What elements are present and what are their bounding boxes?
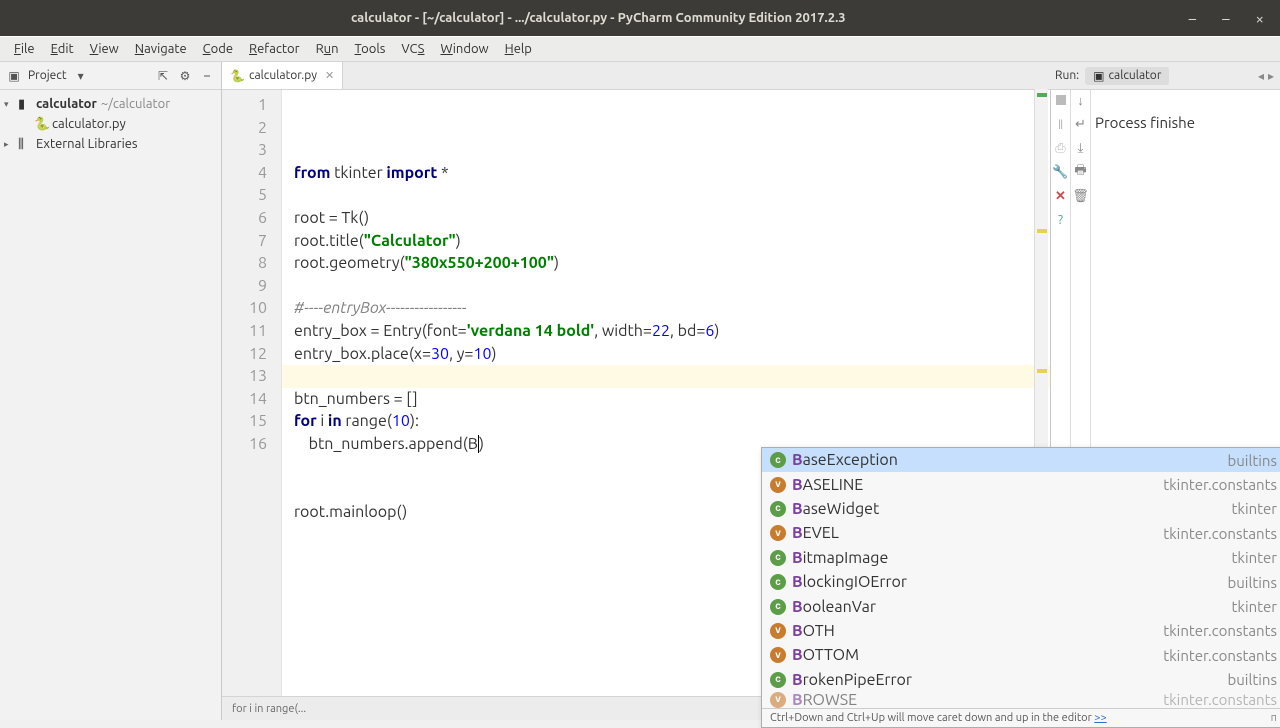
run-prev-icon[interactable]: ◂ [1258,69,1264,83]
tab-label: calculator.py [249,69,317,82]
window-maximize-icon[interactable]: – [1222,10,1229,27]
menu-edit[interactable]: Edit [43,40,82,58]
autocomplete-item[interactable]: cBaseWidgettkinter [762,497,1280,521]
menu-help[interactable]: Help [497,40,540,58]
close-run-icon[interactable]: ✕ [1053,188,1069,204]
softwrap-icon[interactable]: ↵ [1073,116,1089,132]
menu-file[interactable]: File [6,40,43,58]
autocomplete-item[interactable]: vBEVELtkinter.constants [762,521,1280,545]
tree-external-libs[interactable]: ▸ ⫼ External Libraries [0,134,221,154]
autocomplete-popup[interactable]: cBaseExceptionbuiltinsvBASELINEtkinter.c… [761,447,1280,728]
inspection-ok-icon [1037,93,1047,97]
project-toolwindow-header: ▣ Project ▾ ⇱ ⚙ ⎯ [0,62,221,90]
expand-icon[interactable]: ▸ [4,139,14,150]
menu-navigate[interactable]: Navigate [127,40,195,58]
kind-badge-icon: c [770,574,786,590]
run-header: Run: ▣ calculator ◂ ▸ [1048,62,1280,90]
window-title: calculator - [~/calculator] - .../calcul… [8,11,1189,25]
autocomplete-item[interactable]: vBOTTOMtkinter.constants [762,643,1280,667]
hide-icon[interactable]: ⎯ [199,68,215,84]
gutter: 1 2 3 4 5 6 7 8 9 10 11 12 13 14 15 16 [222,90,282,720]
run-config-name: calculator [1108,69,1161,82]
kind-badge-icon: v [770,647,786,663]
window-close-icon[interactable]: × [1256,10,1264,27]
menu-run[interactable]: Run [308,40,347,58]
trash-icon[interactable]: 🗑 [1073,188,1089,204]
autocomplete-item[interactable]: vBROWSEtkinter.constants [762,692,1280,708]
autocomplete-item[interactable]: cBrokenPipeErrorbuiltins [762,668,1280,692]
run-config-icon: ▣ [1093,69,1104,83]
menu-vcs[interactable]: VCS [393,40,432,58]
autocomplete-item[interactable]: cBooleanVartkinter [762,594,1280,618]
run-next-icon[interactable]: ▸ [1268,69,1274,83]
project-label[interactable]: Project [28,69,67,82]
hint-link[interactable]: >> [1094,712,1106,724]
dropdown-icon[interactable]: ▾ [73,68,89,84]
window-minimize-icon[interactable]: – [1189,10,1196,27]
pi-icon[interactable]: π [1271,712,1277,724]
help-icon[interactable]: ? [1053,212,1069,228]
breadcrumb[interactable]: for i in range(... [232,703,306,715]
kind-badge-icon: v [770,692,786,708]
autocomplete-item[interactable]: cBlockingIOErrorbuiltins [762,570,1280,594]
menu-window[interactable]: Window [432,40,496,58]
tree-file[interactable]: 🐍 calculator.py [0,114,221,134]
scroll-icon[interactable]: ⤓ [1073,140,1089,156]
pause-icon[interactable]: ‖ [1053,116,1069,132]
down-icon[interactable]: ↓ [1073,92,1089,108]
menu-tools[interactable]: Tools [347,40,394,58]
python-file-icon: 🐍 [230,69,245,83]
run-label: Run: [1055,69,1079,82]
expand-icon[interactable]: ▾ [4,99,14,110]
python-file-icon: 🐍 [34,117,48,132]
kind-badge-icon: v [770,477,786,493]
menu-view[interactable]: View [82,40,127,58]
menu-code[interactable]: Code [195,40,241,58]
autocomplete-item[interactable]: cBitmapImagetkinter [762,546,1280,570]
gear-icon[interactable]: ⚙ [177,68,193,84]
autocomplete-item[interactable]: cBaseExceptionbuiltins [762,448,1280,472]
tab-calculator[interactable]: 🐍 calculator.py ✕ [222,62,343,89]
kind-badge-icon: c [770,501,786,517]
close-icon[interactable]: ✕ [325,69,334,82]
autocomplete-item[interactable]: vBASELINEtkinter.constants [762,472,1280,496]
library-icon: ⫼ [18,137,32,152]
print-icon[interactable]: 🖶 [1073,164,1089,180]
menubar: File Edit View Navigate Code Refactor Ru… [0,36,1280,62]
project-tree[interactable]: ▾ ▮ calculator~/calculator 🐍 calculator.… [0,90,221,720]
kind-badge-icon: c [770,672,786,688]
editor-tabs: 🐍 calculator.py ✕ [222,62,1050,90]
project-view-icon[interactable]: ▣ [6,68,22,84]
collapse-icon[interactable]: ⇱ [155,68,171,84]
autocomplete-hint: Ctrl+Down and Ctrl+Up will move caret do… [762,708,1280,727]
kind-badge-icon: v [770,525,786,541]
kind-badge-icon: c [770,452,786,468]
kind-badge-icon: c [770,599,786,615]
window-titlebar: calculator - [~/calculator] - .../calcul… [0,0,1280,36]
run-config[interactable]: ▣ calculator [1085,67,1169,85]
kind-badge-icon: v [770,623,786,639]
folder-icon: ▮ [18,97,32,112]
settings-icon[interactable]: 🔧 [1053,164,1069,180]
dump-icon[interactable]: ⎙ [1053,140,1069,156]
kind-badge-icon: c [770,550,786,566]
menu-refactor[interactable]: Refactor [241,40,308,58]
autocomplete-item[interactable]: vBOTHtkinter.constants [762,619,1280,643]
tree-root[interactable]: ▾ ▮ calculator~/calculator [0,94,221,114]
stop-icon[interactable] [1053,92,1069,108]
